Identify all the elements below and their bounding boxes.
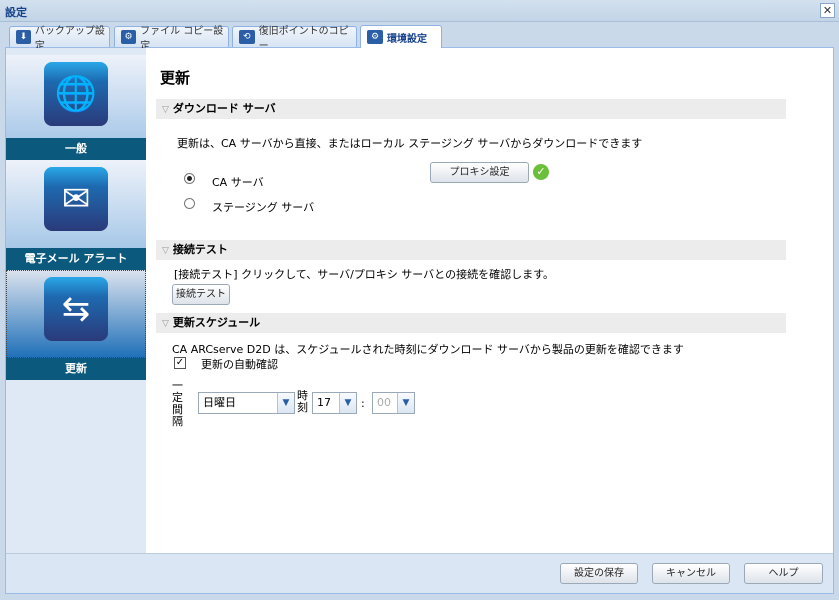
tab-backup-settings[interactable]: ⬇ バックアップ設定	[9, 26, 110, 52]
radio-ca-server[interactable]	[184, 173, 195, 184]
globe-icon: 🌐	[44, 62, 108, 126]
email-alert-icon: ✉	[44, 167, 108, 231]
sidebar-item-update[interactable]: ⇆	[6, 270, 146, 358]
tab-recovery-point-copy[interactable]: ⟲ 復旧ポイントのコピー	[232, 26, 357, 52]
auto-check-label: 更新の自動確認	[201, 358, 278, 371]
backup-icon: ⬇	[16, 30, 31, 44]
chevron-down-icon[interactable]: ▼	[339, 393, 356, 413]
tab-file-copy-settings[interactable]: ⚙ ファイル コピー設定	[114, 26, 229, 52]
test-description: [接続テスト] クリックして、サーバ/プロキシ サーバとの接続を確認します。	[174, 268, 554, 281]
section-download-server[interactable]: ▽ ダウンロード サーバ	[156, 99, 786, 119]
day-select[interactable]: 日曜日 ▼	[198, 392, 295, 414]
chevron-down-icon[interactable]: ▼	[277, 393, 294, 413]
proxy-settings-button[interactable]: プロキシ設定	[430, 162, 529, 183]
minute-value: 00	[377, 396, 391, 409]
download-description: 更新は、CA サーバから直接、またはローカル ステージング サーバからダウンロー…	[177, 137, 643, 150]
section-header: 接続テスト	[172, 243, 228, 256]
collapse-icon: ▽	[162, 105, 169, 115]
minute-select[interactable]: 00 ▼	[372, 392, 415, 414]
help-button[interactable]: ヘルプ	[744, 563, 823, 584]
section-update-schedule[interactable]: ▽ 更新スケジュール	[156, 313, 786, 333]
collapse-icon: ▽	[162, 319, 169, 329]
section-header: ダウンロード サーバ	[172, 102, 276, 115]
schedule-description: CA ARCserve D2D は、スケジュールされた時刻にダウンロード サーバ…	[172, 343, 684, 356]
gear-icon: ⚙	[367, 30, 383, 44]
tab-preferences[interactable]: ⚙ 環境設定	[360, 25, 442, 48]
update-arrows-icon: ⇆	[44, 277, 108, 341]
sidebar-item-email-alert[interactable]: ✉	[6, 160, 146, 248]
sidebar-item-label[interactable]: 一般	[6, 138, 146, 160]
title-bar	[0, 0, 839, 22]
chevron-down-icon[interactable]: ▼	[397, 393, 414, 413]
time-separator: :	[361, 397, 365, 410]
radio-staging-server[interactable]	[184, 198, 195, 209]
page-title: 更新	[160, 69, 191, 87]
section-header: 更新スケジュール	[172, 316, 261, 329]
sidebar-item-label[interactable]: 電子メール アラート	[6, 248, 146, 270]
sidebar-item-label[interactable]: 更新	[6, 358, 146, 380]
radio-label: CA サーバ	[212, 176, 264, 189]
window-title: 設定	[5, 6, 27, 19]
section-connection-test[interactable]: ▽ 接続テスト	[156, 240, 786, 260]
sidebar: 🌐 一般 ✉ 電子メール アラート ⇆ 更新	[6, 48, 146, 553]
time-label: 時刻	[297, 389, 308, 414]
sidebar-item-general[interactable]: 🌐	[6, 55, 146, 143]
cancel-button[interactable]: キャンセル	[652, 563, 730, 584]
tab-label: 環境設定	[387, 33, 427, 45]
collapse-icon: ▽	[162, 246, 169, 256]
file-copy-icon: ⚙	[121, 30, 137, 44]
save-settings-button[interactable]: 設定の保存	[560, 563, 638, 584]
day-value: 日曜日	[203, 396, 236, 409]
connection-test-button[interactable]: 接続テスト	[172, 284, 230, 305]
auto-check-checkbox[interactable]: ✓	[174, 357, 186, 369]
main-content	[146, 48, 833, 553]
check-ok-icon: ✓	[533, 164, 549, 180]
radio-label: ステージング サーバ	[212, 201, 315, 214]
hour-select[interactable]: 17 ▼	[312, 392, 357, 414]
recovery-copy-icon: ⟲	[239, 30, 255, 44]
close-icon[interactable]: ✕	[820, 3, 835, 18]
hour-value: 17	[317, 396, 331, 409]
interval-label: 一定間隔	[172, 379, 183, 428]
